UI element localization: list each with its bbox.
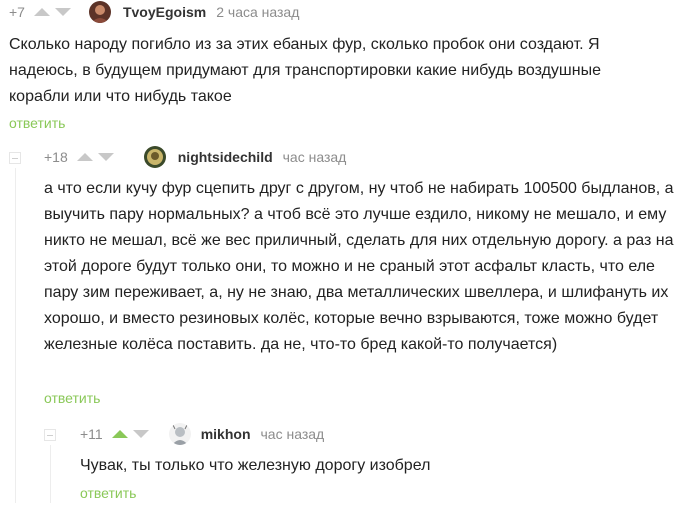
- comment-author[interactable]: mikhon: [201, 426, 251, 442]
- downvote-arrow-icon[interactable]: [132, 430, 149, 438]
- comment-time: час назад: [260, 426, 325, 442]
- upvote-arrow-icon[interactable]: [111, 430, 128, 438]
- comment-rating: +11: [80, 426, 103, 442]
- reply-button[interactable]: ответить: [80, 485, 136, 501]
- avatar[interactable]: [168, 423, 191, 445]
- avatar-image-icon: [168, 423, 191, 445]
- comment-header: +11 mikhon час назад: [80, 423, 324, 445]
- comment-3: +11 mikhon час назад Чувак, ты только чт…: [0, 0, 700, 505]
- comment-text: Чувак, ты только что железную дорогу изо…: [80, 457, 431, 474]
